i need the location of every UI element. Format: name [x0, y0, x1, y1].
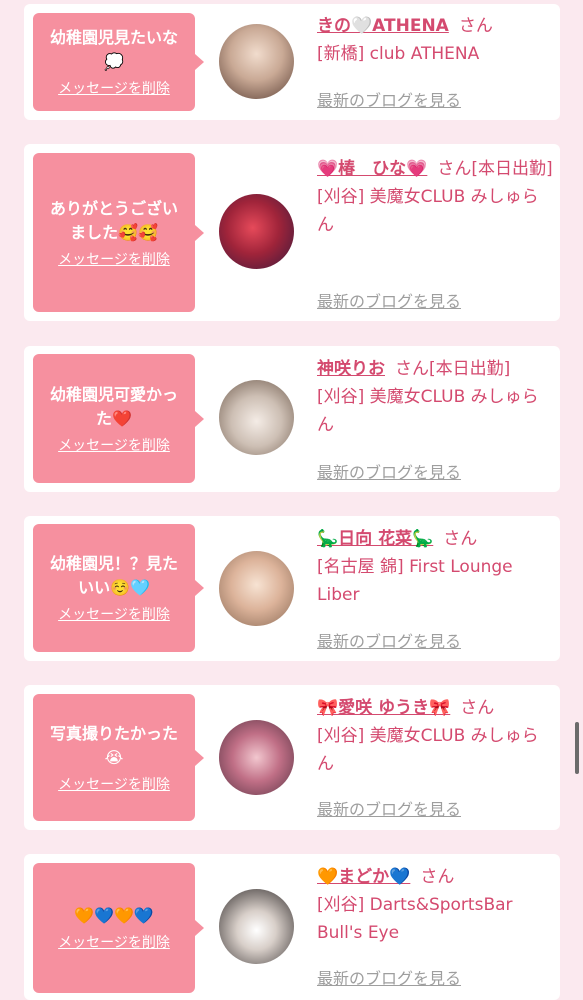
- message-text: 写真撮りたかった😭: [49, 723, 178, 767]
- cast-name-link[interactable]: きの🤍ATHENA: [317, 16, 449, 36]
- shop-name: [刈谷] 美魔女CLUB みしゅらん: [317, 726, 539, 774]
- shop-name: [刈谷] Darts&SportsBar Bull's Eye: [317, 895, 513, 943]
- delete-message-link[interactable]: メッセージを削除: [58, 932, 170, 952]
- cast-name-link[interactable]: 🎀愛咲 ゆうき🎀: [317, 698, 450, 718]
- message-card: 🧡💙🧡💙 メッセージを削除 🧡まどか💙 さん [刈谷] Darts&SportsB…: [24, 854, 560, 1000]
- message-card: 幼稚園児！？見たいい☺️🩵 メッセージを削除 🦕日向 花菜🦕 さん [名古屋 錦]…: [24, 516, 560, 661]
- cast-info: 🦕日向 花菜🦕 さん [名古屋 錦] First Lounge Liber: [317, 525, 553, 609]
- cast-info: きの🤍ATHENA さん [新橋] club ATHENA: [317, 12, 553, 68]
- message-text: 幼稚園児！？見たいい☺️🩵: [49, 554, 178, 597]
- delete-message-link[interactable]: メッセージを削除: [58, 249, 170, 269]
- cast-name-link[interactable]: 🧡まどか💙: [317, 867, 410, 887]
- shop-name: [名古屋 錦] First Lounge Liber: [317, 557, 513, 605]
- latest-blog-link[interactable]: 最新のブログを見る: [317, 796, 461, 820]
- cast-info: 🧡まどか💙 さん [刈谷] Darts&SportsBar Bull's Eye: [317, 863, 553, 947]
- status-text: [本日出勤]: [429, 359, 511, 379]
- message-bubble: 幼稚園児可愛かった❤️ メッセージを削除: [33, 354, 204, 483]
- shop-name: [刈谷] 美魔女CLUB みしゅらん: [317, 187, 539, 235]
- san-suffix: さん: [458, 16, 493, 36]
- message-text: 🧡💙🧡💙: [74, 906, 154, 925]
- latest-blog-link[interactable]: 最新のブログを見る: [317, 87, 461, 111]
- latest-blog-link[interactable]: 最新のブログを見る: [317, 459, 461, 483]
- delete-message-link[interactable]: メッセージを削除: [58, 774, 170, 794]
- message-card: 幼稚園児可愛かった❤️ メッセージを削除 神咲りお さん[本日出勤] [刈谷] 美…: [24, 346, 560, 492]
- avatar[interactable]: [219, 551, 294, 626]
- message-text: 幼稚園児可愛かった❤️: [49, 384, 178, 428]
- latest-blog-link[interactable]: 最新のブログを見る: [317, 288, 461, 312]
- avatar[interactable]: [219, 380, 294, 455]
- delete-message-link[interactable]: メッセージを削除: [58, 78, 170, 98]
- status-text: [本日出勤]: [471, 159, 553, 179]
- scrollbar[interactable]: [575, 722, 579, 774]
- message-bubble: 写真撮りたかった😭 メッセージを削除: [33, 694, 204, 821]
- san-suffix: さん: [437, 159, 472, 179]
- message-bubble: ありがとうございました🥰🥰 メッセージを削除: [33, 153, 204, 312]
- san-suffix: さん: [460, 698, 495, 718]
- avatar[interactable]: [219, 194, 294, 269]
- latest-blog-link[interactable]: 最新のブログを見る: [317, 965, 461, 989]
- san-suffix: さん: [395, 359, 429, 379]
- latest-blog-link[interactable]: 最新のブログを見る: [317, 628, 461, 652]
- delete-message-link[interactable]: メッセージを削除: [58, 604, 170, 624]
- message-card: 幼稚園児見たいな💭 メッセージを削除 きの🤍ATHENA さん [新橋] club…: [24, 4, 560, 120]
- cast-name-link[interactable]: 神咲りお: [317, 359, 385, 379]
- cast-info: 神咲りお さん[本日出勤] [刈谷] 美魔女CLUB みしゅらん: [317, 355, 553, 439]
- cast-info: 💗椿 ひな💗 さん[本日出勤] [刈谷] 美魔女CLUB みしゅらん: [317, 155, 553, 239]
- cast-name-link[interactable]: 💗椿 ひな💗: [317, 159, 427, 179]
- shop-name: [新橋] club ATHENA: [317, 44, 480, 64]
- message-bubble: 幼稚園児見たいな💭 メッセージを削除: [33, 13, 204, 111]
- avatar[interactable]: [219, 720, 294, 795]
- delete-message-link[interactable]: メッセージを削除: [58, 435, 170, 455]
- message-card: ありがとうございました🥰🥰 メッセージを削除 💗椿 ひな💗 さん[本日出勤] [刈…: [24, 144, 560, 321]
- message-text: 幼稚園児見たいな💭: [49, 28, 178, 71]
- message-bubble: 🧡💙🧡💙 メッセージを削除: [33, 863, 204, 993]
- shop-name: [刈谷] 美魔女CLUB みしゅらん: [317, 387, 539, 435]
- san-suffix: さん: [443, 529, 478, 549]
- avatar[interactable]: [219, 889, 294, 964]
- message-card: 写真撮りたかった😭 メッセージを削除 🎀愛咲 ゆうき🎀 さん [刈谷] 美魔女CL…: [24, 685, 560, 830]
- san-suffix: さん: [420, 867, 455, 887]
- avatar[interactable]: [219, 24, 294, 99]
- cast-name-link[interactable]: 🦕日向 花菜🦕: [317, 529, 433, 549]
- message-bubble: 幼稚園児！？見たいい☺️🩵 メッセージを削除: [33, 524, 204, 652]
- message-text: ありがとうございました🥰🥰: [49, 198, 178, 242]
- cast-info: 🎀愛咲 ゆうき🎀 さん [刈谷] 美魔女CLUB みしゅらん: [317, 694, 553, 778]
